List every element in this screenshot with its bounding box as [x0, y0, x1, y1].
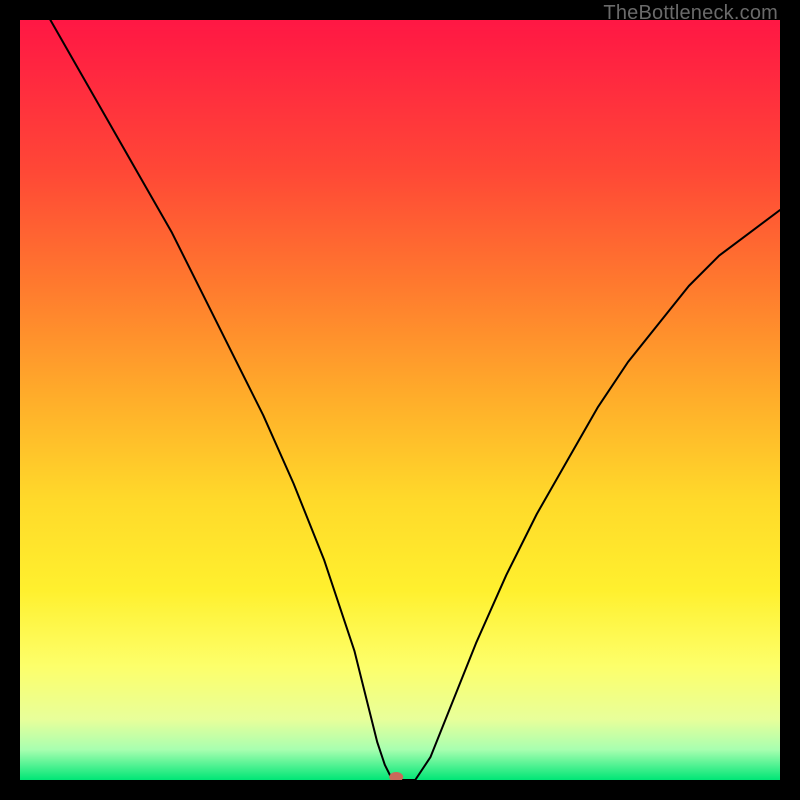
chart-container: TheBottleneck.com: [0, 0, 800, 800]
gradient-background: [20, 20, 780, 780]
plot-area: [20, 20, 780, 780]
chart-svg: [20, 20, 780, 780]
